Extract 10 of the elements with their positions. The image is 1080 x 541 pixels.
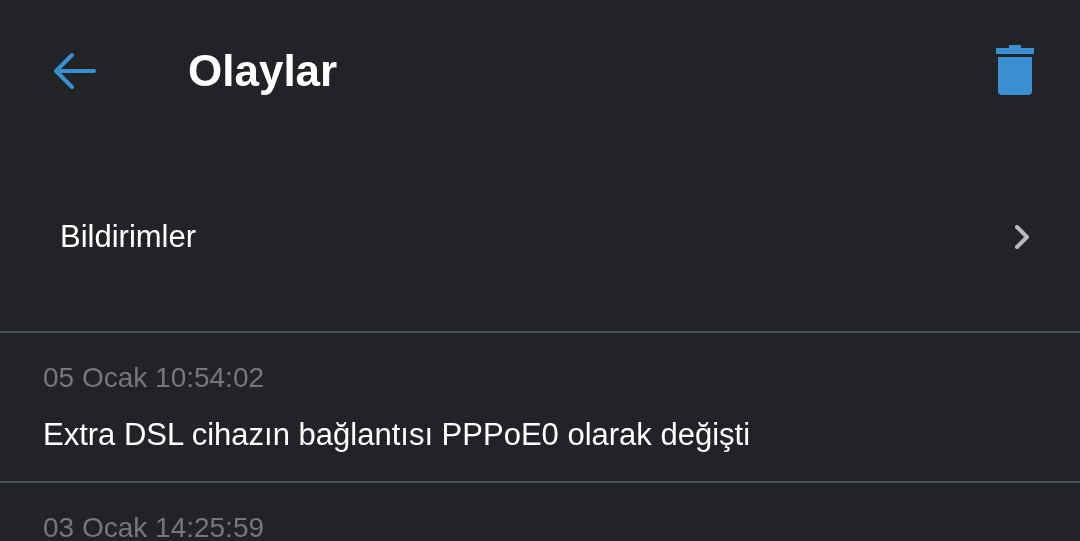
trash-icon — [996, 45, 1034, 95]
page-title: Olaylar — [188, 46, 339, 96]
event-time: 03 Ocak 14:25:59 — [43, 511, 266, 541]
event-time: 05 Ocak 10:54:02 — [43, 361, 266, 395]
chevron-right-icon — [1014, 223, 1030, 250]
back-arrow-icon — [52, 51, 96, 91]
delete-button[interactable] — [995, 45, 1035, 97]
notifications-row[interactable]: Bildirimler — [0, 142, 1080, 333]
event-message: Extra DSL cihazın bağlantısı PPPoE0 olarak değişti — [43, 416, 752, 454]
notifications-label: Bildirimler — [60, 218, 197, 255]
